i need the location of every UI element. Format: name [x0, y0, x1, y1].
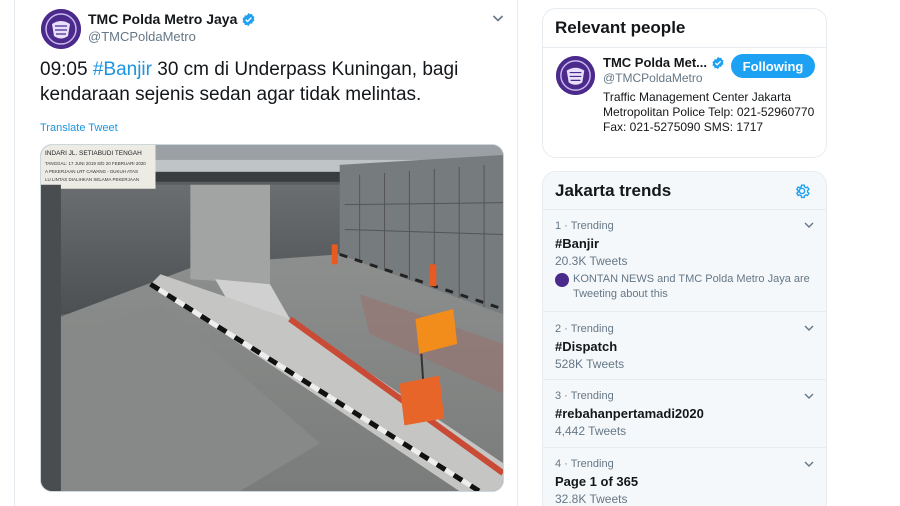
- verified-badge-icon: [712, 56, 724, 69]
- translate-tweet-link[interactable]: Translate Tweet: [40, 122, 118, 134]
- chevron-down-icon[interactable]: [490, 10, 506, 26]
- tweet[interactable]: TMC Polda Metro Jaya @TMCPoldaMetro 09:0…: [24, 0, 514, 506]
- chevron-down-icon[interactable]: [803, 390, 815, 402]
- left-column-border: [14, 0, 15, 506]
- chevron-down-icon[interactable]: [803, 219, 815, 231]
- trend-context: KONTAN NEWS and TMC Polda Metro Jaya are…: [555, 272, 815, 302]
- tweet-time-text: 09:05: [40, 59, 93, 80]
- person-handle[interactable]: @TMCPoldaMetro: [603, 71, 703, 85]
- person-avatar[interactable]: [556, 56, 595, 95]
- trend-name[interactable]: Page 1 of 365: [555, 474, 638, 489]
- trend-meta: 2 · Trending: [555, 323, 614, 335]
- trend-item[interactable]: 4 · Trending Page 1 of 365 32.8K Tweets: [543, 448, 826, 506]
- author-name[interactable]: TMC Polda Metro Jaya: [88, 11, 237, 27]
- trend-count: 20.3K Tweets: [555, 254, 628, 268]
- photo-sign-line1: INDARI JL. SETIABUDI TENGAH: [45, 150, 142, 157]
- relevant-people-title: Relevant people: [555, 18, 686, 37]
- author-avatar[interactable]: [41, 9, 81, 49]
- author-handle[interactable]: @TMCPoldaMetro: [88, 29, 196, 44]
- trend-item[interactable]: 1 · Trending #Banjir 20.3K Tweets KONTAN…: [543, 209, 826, 309]
- chevron-down-icon[interactable]: [803, 458, 815, 470]
- following-button[interactable]: Following: [731, 54, 815, 78]
- person-name[interactable]: TMC Polda Met...: [603, 55, 707, 70]
- trend-meta: 4 · Trending: [555, 458, 614, 470]
- person-bio: Traffic Management Center Jakarta Metrop…: [603, 90, 815, 134]
- chevron-down-icon[interactable]: [803, 322, 815, 334]
- trend-count: 32.8K Tweets: [555, 492, 628, 506]
- trend-name[interactable]: #Dispatch: [555, 339, 617, 354]
- trend-count: 4,442 Tweets: [555, 424, 627, 438]
- card-divider: [543, 47, 826, 48]
- trend-item[interactable]: 3 · Trending #rebahanpertamadi2020 4,442…: [543, 380, 826, 446]
- verified-badge-icon: [242, 12, 255, 26]
- trend-name[interactable]: #Banjir: [555, 236, 599, 251]
- tweet-text: 09:05 #Banjir 30 cm di Underpass Kuninga…: [40, 57, 500, 107]
- trend-count: 528K Tweets: [555, 357, 625, 371]
- tweet-photo[interactable]: INDARI JL. SETIABUDI TENGAH TANGGAL: 17 …: [40, 144, 504, 492]
- trend-item[interactable]: 2 · Trending #Dispatch 528K Tweets: [543, 312, 826, 378]
- hashtag-link[interactable]: #Banjir: [93, 59, 152, 80]
- tweet-text-line1: 30 cm di Underpass Kuningan, bagi: [151, 59, 459, 80]
- trend-name[interactable]: #rebahanpertamadi2020: [555, 406, 704, 421]
- trend-meta: 1 · Trending: [555, 220, 614, 232]
- photo-sign-line3: A PEKERJAAN LRT CAWANG - DUKUH ATAS: [45, 169, 138, 174]
- photo-sign-line4: LU LINTAS DIALIHKAN SELAMA PEKERJAAN: [45, 177, 139, 182]
- tweet-text-line2: kendaraan sejenis sedan agar tidak melin…: [40, 84, 422, 105]
- photo-sign-line2: TANGGAL: 17 JUNI 2019 S/D 20 FEBRUARI 20…: [45, 161, 146, 166]
- settings-gear-icon[interactable]: [793, 182, 811, 200]
- main-column-border: [517, 0, 518, 506]
- trends-card: Jakarta trends 1 · Trending #Banjir 20.3…: [542, 171, 827, 506]
- context-avatar: [555, 273, 569, 287]
- trend-meta: 3 · Trending: [555, 390, 614, 402]
- trend-context-text: KONTAN NEWS and TMC Polda Metro Jaya are…: [573, 273, 810, 300]
- relevant-people-card: Relevant people TMC Polda Met... @TMCPol…: [542, 8, 827, 158]
- trends-title: Jakarta trends: [555, 181, 672, 200]
